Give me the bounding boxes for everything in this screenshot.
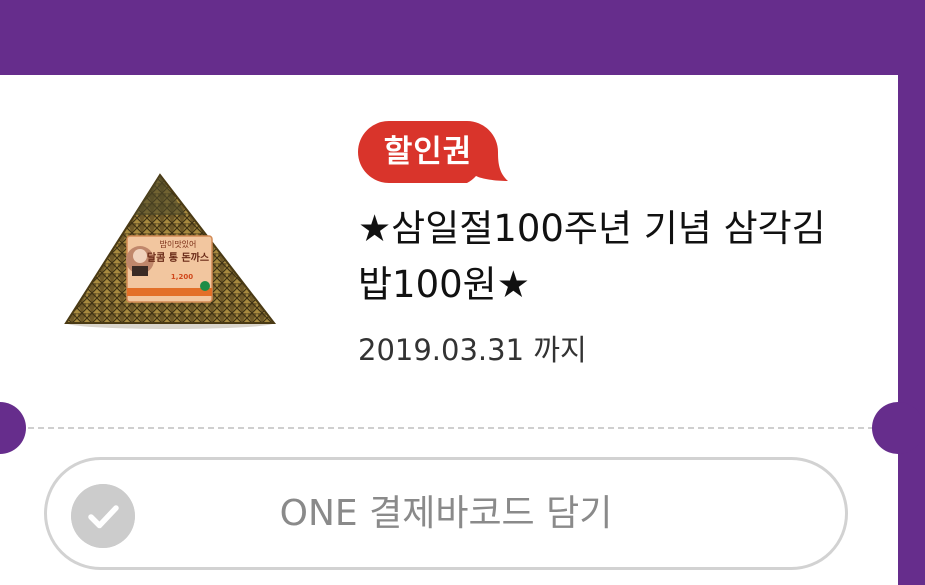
ticket-notch-left bbox=[0, 402, 26, 454]
coupon-title: ★삼일절100주년 기념 삼각김밥100원★ bbox=[358, 207, 826, 306]
discount-badge: 할인권 bbox=[358, 121, 508, 183]
perforation-divider bbox=[18, 427, 874, 429]
package-price-text: 1,200 bbox=[171, 273, 193, 281]
coupon-card: 밥이맛있어 달콤 통 돈까스 1,200 할인권 ★삼일절100주년 기념 삼각… bbox=[0, 75, 924, 585]
package-label-text: 달콤 통 돈까스 bbox=[147, 251, 209, 264]
coupon-expiry-date: 2019.03.31 까지 bbox=[358, 333, 587, 367]
barcode-button-label: ONE 결제바코드 담기 bbox=[279, 493, 613, 534]
badge-label: 할인권 bbox=[383, 134, 473, 170]
package-brand-text: 밥이맛있어 bbox=[160, 239, 197, 249]
product-image: 밥이맛있어 달콤 통 돈까스 1,200 bbox=[64, 173, 277, 329]
ticket-notch-right bbox=[872, 402, 924, 454]
coupon-screen: 밥이맛있어 달콤 통 돈까스 1,200 할인권 ★삼일절100주년 기념 삼각… bbox=[0, 0, 925, 585]
add-to-payment-barcode-button[interactable]: ONE 결제바코드 담기 bbox=[44, 457, 848, 570]
